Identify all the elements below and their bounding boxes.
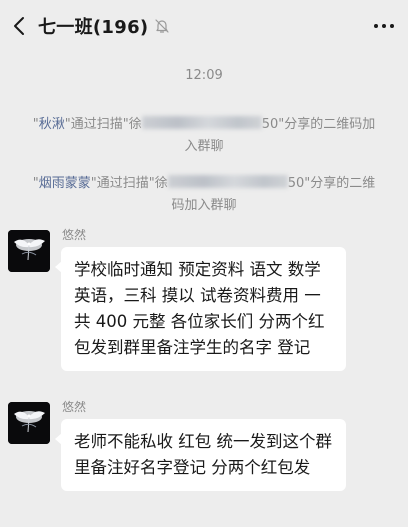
member-name-link[interactable]: 烟雨蒙蒙	[39, 176, 91, 191]
chevron-left-icon	[14, 17, 24, 35]
back-button[interactable]	[8, 14, 32, 38]
chat-title: 七一班(196)	[38, 17, 149, 38]
chat-title-area[interactable]: 七一班(196)	[38, 14, 170, 38]
member-name-link[interactable]: 秋湫	[39, 117, 65, 132]
sender-name: 悠然	[62, 228, 87, 242]
system-text: "通过扫描"徐	[90, 176, 168, 191]
redacted-name	[141, 116, 262, 129]
message-bubble[interactable]: 学校临时通知 预定资料 语文 数学 英语，三科 摸以 试卷资料费用 一共 400…	[55, 247, 346, 371]
more-options-button[interactable]	[372, 14, 396, 38]
chat-header: 七一班(196)	[0, 0, 408, 52]
bell-off-icon	[154, 18, 170, 34]
system-text: "通过扫描"徐	[64, 117, 142, 132]
more-dots-icon	[374, 24, 394, 28]
sender-name: 悠然	[62, 400, 87, 414]
avatar[interactable]	[8, 402, 50, 444]
system-message: "秋湫"通过扫描"徐 50"分享的二维码加入群聊	[30, 114, 378, 158]
system-message: "烟雨蒙蒙"通过扫描"徐 50"分享的二维码加入群聊	[30, 173, 378, 217]
message-bubble[interactable]: 老师不能私收 红包 统一发到这个群里备注好名字登记 分两个红包发	[55, 419, 346, 491]
redacted-name	[167, 175, 288, 188]
avatar[interactable]	[8, 230, 50, 272]
chat-message-area[interactable]: 12:09 "秋湫"通过扫描"徐 50"分享的二维码加入群聊 "烟雨蒙蒙"通过扫描…	[0, 52, 408, 527]
message-timestamp: 12:09	[185, 68, 223, 83]
